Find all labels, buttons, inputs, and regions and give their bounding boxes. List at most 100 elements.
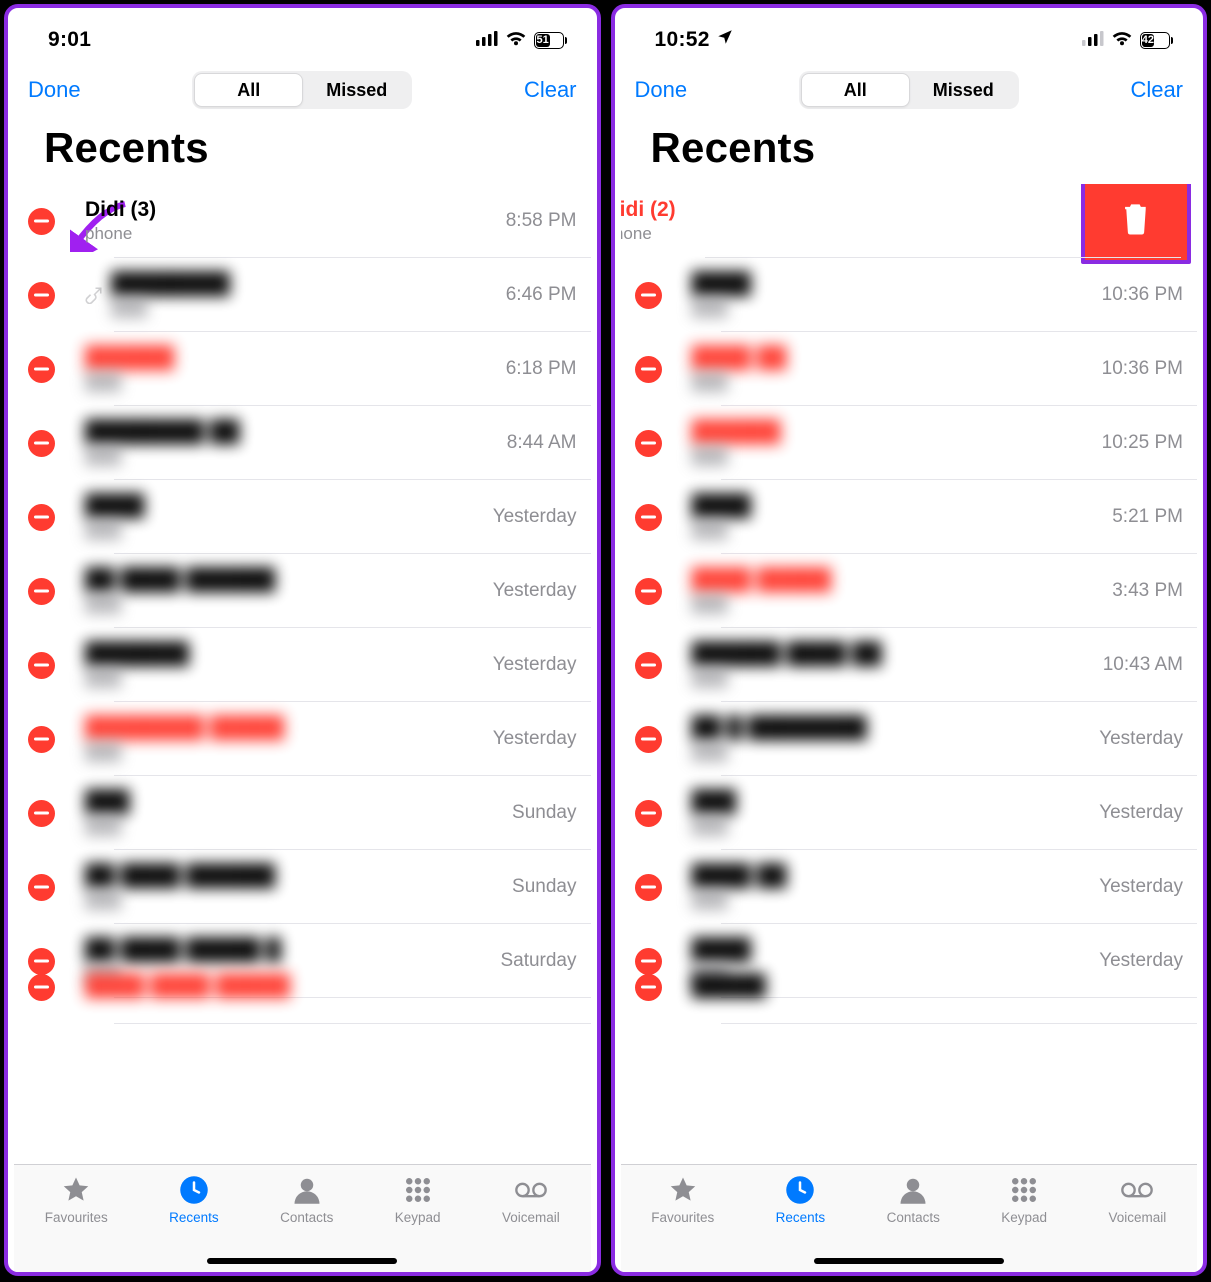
recents-list-left[interactable]: Didi (3)phone8:58 PM███████████6:46 PM██… xyxy=(14,184,591,1164)
delete-minus-icon[interactable] xyxy=(635,578,662,605)
call-row[interactable]: █████████10:25 PM xyxy=(621,406,1198,480)
delete-minus-icon[interactable] xyxy=(635,726,662,753)
call-row[interactable]: ████ █████10:36 PM xyxy=(621,332,1198,406)
call-time: 8:44 AM xyxy=(507,432,577,454)
tab-contacts[interactable]: Contacts xyxy=(280,1175,333,1225)
recents-list-right[interactable]: Didi (2)phone10:37 PM███████10:36 PM████… xyxy=(621,184,1198,1164)
tab-voicemail[interactable]: Voicemail xyxy=(1108,1175,1166,1225)
call-row[interactable]: ████ ████ █████ xyxy=(14,950,591,1024)
call-row[interactable]: ████ █████Yesterday xyxy=(621,850,1198,924)
call-row[interactable]: ██ ████ █████████Yesterday xyxy=(14,554,591,628)
filter-segmented-control[interactable]: All Missed xyxy=(799,71,1019,109)
delete-minus-icon[interactable] xyxy=(28,356,55,383)
call-subtitle: ███ xyxy=(692,890,1100,910)
delete-minus-icon[interactable] xyxy=(635,430,662,457)
delete-minus-icon[interactable] xyxy=(28,874,55,901)
delete-minus-icon[interactable] xyxy=(28,430,55,457)
delete-minus-icon[interactable] xyxy=(635,800,662,827)
tab-label: Keypad xyxy=(1001,1210,1047,1225)
delete-minus-icon[interactable] xyxy=(635,652,662,679)
call-name: ████████ xyxy=(111,272,506,296)
call-time: Yesterday xyxy=(493,728,577,750)
call-row[interactable]: ███████Yesterday xyxy=(14,480,591,554)
segment-missed[interactable]: Missed xyxy=(910,73,1017,107)
call-subtitle: ███ xyxy=(85,890,512,910)
tab-recents[interactable]: Recents xyxy=(169,1175,219,1225)
delete-minus-icon[interactable] xyxy=(28,974,55,1001)
delete-minus-icon[interactable] xyxy=(635,504,662,531)
call-name: Didi (2) xyxy=(621,198,1086,222)
trash-icon xyxy=(1121,202,1151,241)
tab-voicemail[interactable]: Voicemail xyxy=(502,1175,560,1225)
call-row[interactable]: █████████6:18 PM xyxy=(14,332,591,406)
delete-minus-icon[interactable] xyxy=(635,356,662,383)
call-name: ████ ████ █████ xyxy=(85,974,577,998)
tab-recents[interactable]: Recents xyxy=(776,1175,826,1225)
call-subtitle: ███ xyxy=(692,372,1102,392)
favourites-icon xyxy=(666,1175,700,1205)
delete-minus-icon[interactable] xyxy=(28,652,55,679)
delete-minus-icon[interactable] xyxy=(28,800,55,827)
call-subtitle: ███ xyxy=(111,298,506,318)
tab-label: Voicemail xyxy=(1108,1210,1166,1225)
call-name: ███████ xyxy=(85,642,493,666)
call-row[interactable]: ██ █ ███████████Yesterday xyxy=(621,702,1198,776)
segment-all[interactable]: All xyxy=(194,73,303,107)
call-row[interactable]: ███████10:36 PM xyxy=(621,258,1198,332)
call-name: ████ ██ xyxy=(692,864,1100,888)
call-row[interactable]: Didi (3)phone8:58 PM xyxy=(14,184,591,258)
tab-label: Recents xyxy=(776,1210,826,1225)
clear-button[interactable]: Clear xyxy=(1130,77,1183,103)
home-indicator[interactable] xyxy=(207,1258,397,1264)
delete-minus-icon[interactable] xyxy=(635,974,662,1001)
tab-keypad[interactable]: Keypad xyxy=(1001,1175,1047,1225)
tab-favourites[interactable]: Favourites xyxy=(45,1175,108,1225)
status-bar: 9:01 51 xyxy=(14,14,591,62)
call-row[interactable]: ████████ ████████Yesterday xyxy=(14,702,591,776)
delete-minus-icon[interactable] xyxy=(28,208,55,235)
segment-all[interactable]: All xyxy=(801,73,910,107)
call-row[interactable]: Didi (2)phone10:37 PM xyxy=(621,184,1182,258)
outgoing-call-icon xyxy=(85,286,103,304)
done-button[interactable]: Done xyxy=(28,77,81,103)
call-time: Yesterday xyxy=(1099,802,1183,824)
call-name: ████ █████ xyxy=(692,568,1113,592)
call-row[interactable]: ██████Yesterday xyxy=(621,776,1198,850)
delete-minus-icon[interactable] xyxy=(28,726,55,753)
segment-missed[interactable]: Missed xyxy=(303,73,410,107)
done-button[interactable]: Done xyxy=(635,77,688,103)
call-time: 6:46 PM xyxy=(506,284,577,306)
clear-button[interactable]: Clear xyxy=(524,77,577,103)
call-row[interactable]: █████ xyxy=(621,950,1198,1024)
contacts-icon xyxy=(290,1175,324,1205)
tab-favourites[interactable]: Favourites xyxy=(651,1175,714,1225)
call-row[interactable]: ███████5:21 PM xyxy=(621,480,1198,554)
call-row[interactable]: ███████████6:46 PM xyxy=(14,258,591,332)
call-row[interactable]: ██████████Yesterday xyxy=(14,628,591,702)
page-title: Recents xyxy=(14,118,591,184)
tab-bar: Favourites Recents Contacts Keypad Voicemail xyxy=(14,1164,591,1272)
tab-contacts[interactable]: Contacts xyxy=(887,1175,940,1225)
call-time: 8:58 PM xyxy=(506,210,577,232)
call-row[interactable]: ██████ ████ █████10:43 AM xyxy=(621,628,1198,702)
delete-minus-icon[interactable] xyxy=(28,282,55,309)
call-row[interactable]: ████ ████████3:43 PM xyxy=(621,554,1198,628)
call-row[interactable]: ██ ████ █████████Sunday xyxy=(14,850,591,924)
home-indicator[interactable] xyxy=(814,1258,1004,1264)
swipe-delete-button[interactable] xyxy=(1081,184,1191,264)
call-time: Yesterday xyxy=(1099,876,1183,898)
call-name: ██████ xyxy=(692,420,1102,444)
filter-segmented-control[interactable]: All Missed xyxy=(192,71,412,109)
delete-minus-icon[interactable] xyxy=(28,578,55,605)
call-row[interactable]: ██████Sunday xyxy=(14,776,591,850)
delete-minus-icon[interactable] xyxy=(635,282,662,309)
call-name: ██████ xyxy=(85,346,506,370)
call-subtitle: ███ xyxy=(85,446,507,466)
screenshot-right: 10:52 42 Done A xyxy=(611,4,1208,1276)
tab-keypad[interactable]: Keypad xyxy=(395,1175,441,1225)
call-name: █████ xyxy=(692,974,1184,998)
delete-minus-icon[interactable] xyxy=(28,504,55,531)
call-subtitle: ███ xyxy=(85,742,493,762)
delete-minus-icon[interactable] xyxy=(635,874,662,901)
call-row[interactable]: ████████ █████8:44 AM xyxy=(14,406,591,480)
